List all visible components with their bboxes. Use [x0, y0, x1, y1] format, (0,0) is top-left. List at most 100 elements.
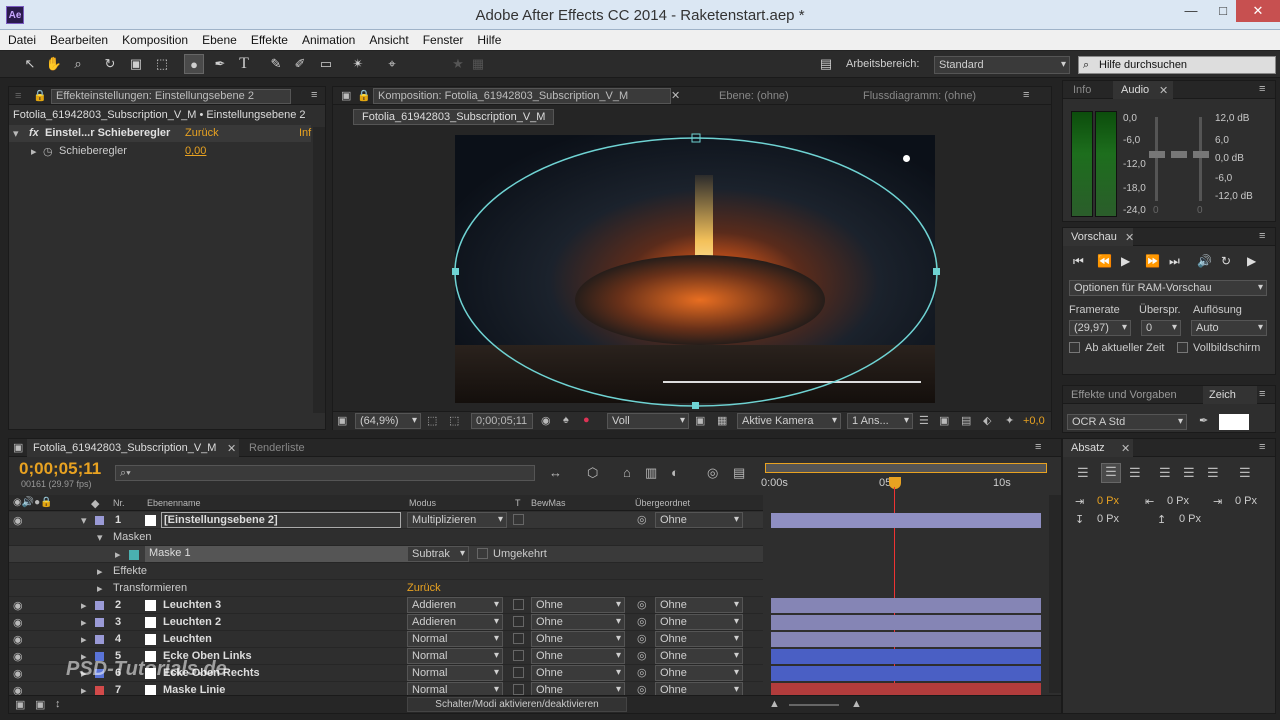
blend-mode-select[interactable]: Normal: [407, 665, 503, 681]
space-before-value[interactable]: 0 Px: [1097, 513, 1119, 525]
flowchart-icon[interactable]: ⬖: [983, 414, 991, 427]
timeline-search-input[interactable]: ⌕▾: [115, 465, 535, 481]
expand-arrow-icon[interactable]: ▸: [81, 599, 87, 612]
work-area-bar[interactable]: [765, 463, 1047, 473]
transform-group-row[interactable]: ▸ Transformieren Zurück: [9, 580, 763, 597]
toggle-columns-icon[interactable]: ↕: [55, 698, 61, 710]
toggle-pixel-aspect-icon[interactable]: ☰: [919, 414, 929, 427]
parent-select[interactable]: Ohne: [655, 597, 743, 613]
mask-vertex-left[interactable]: [452, 268, 459, 275]
mask-vertex-bottom[interactable]: [692, 402, 699, 409]
lock-icon[interactable]: 🔒: [357, 89, 371, 102]
volume-slider-mid-thumb[interactable]: [1171, 151, 1187, 158]
layer-duration-bar[interactable]: [771, 513, 1041, 528]
eye-icon[interactable]: ◉: [13, 650, 23, 663]
views-select[interactable]: 1 Ans...: [847, 413, 913, 429]
playhead-head[interactable]: [889, 477, 901, 489]
label-color[interactable]: [95, 686, 104, 695]
motion-blur-icon[interactable]: ◐: [671, 465, 679, 480]
region-of-interest-icon[interactable]: ▣: [695, 414, 705, 427]
blend-mode-select[interactable]: Addieren: [407, 614, 503, 630]
snapshot-icon[interactable]: ◉: [541, 414, 551, 427]
skip-select[interactable]: 0: [1141, 320, 1181, 336]
rotate-tool-icon[interactable]: ↻: [100, 54, 120, 74]
blend-mode-select[interactable]: Multiplizieren: [407, 512, 507, 528]
ram-preview-icon[interactable]: ▶: [1247, 254, 1256, 268]
eye-icon[interactable]: ◉: [13, 616, 23, 629]
collapse-arrow-icon[interactable]: ▾: [13, 127, 19, 140]
pickwhip-icon[interactable]: ◎: [637, 632, 647, 645]
camera-select[interactable]: Aktive Kamera: [737, 413, 841, 429]
justify-all-icon[interactable]: ☰: [1239, 465, 1251, 481]
label-color[interactable]: [95, 601, 104, 610]
layer-name[interactable]: Leuchten 2: [163, 616, 221, 628]
inverted-checkbox[interactable]: [477, 548, 488, 559]
blend-mode-select[interactable]: Normal: [407, 648, 503, 664]
panel-menu-icon[interactable]: ≡: [1259, 83, 1265, 95]
effect-info-link[interactable]: Inf: [299, 127, 311, 139]
layer-duration-bar[interactable]: [771, 632, 1041, 647]
track-matte-select[interactable]: Ohne: [531, 648, 625, 664]
mute-audio-icon[interactable]: 🔊: [1197, 254, 1212, 268]
panel-menu-icon[interactable]: ≡: [1259, 441, 1265, 453]
always-preview-icon[interactable]: ▣: [337, 414, 347, 427]
preserve-transparency-checkbox[interactable]: [513, 514, 524, 525]
draft-3d-icon[interactable]: ⬡: [587, 465, 598, 481]
layer-row[interactable]: ◉ ▸ 4 Leuchten Normal Ohne ◎ Ohne: [9, 631, 763, 648]
parent-select[interactable]: Ohne: [655, 665, 743, 681]
audio-tab-close-icon[interactable]: ✕: [1159, 84, 1168, 97]
layer-row[interactable]: ◉ ▸ 3 Leuchten 2 Addieren Ohne ◎ Ohne: [9, 614, 763, 631]
zoom-tool-icon[interactable]: ⌕: [68, 54, 88, 74]
track-matte-select[interactable]: Ohne: [531, 597, 625, 613]
layer-duration-bar[interactable]: [771, 649, 1041, 664]
preview-tab-close-icon[interactable]: ✕: [1125, 231, 1134, 244]
comp-subtab[interactable]: Fotolia_61942803_Subscription_V_M: [353, 109, 555, 125]
layer-name[interactable]: Leuchten 3: [163, 599, 221, 611]
fill-color-swatch[interactable]: [1219, 414, 1249, 430]
preserve-transparency-checkbox[interactable]: [513, 667, 524, 678]
menu-ansicht[interactable]: Ansicht: [361, 30, 414, 47]
volume-slider-left-thumb[interactable]: [1149, 151, 1165, 158]
mask-vertex-right[interactable]: [933, 268, 940, 275]
shy-layers-icon[interactable]: ⌂: [623, 465, 631, 480]
align-left-icon[interactable]: ☰: [1077, 465, 1089, 481]
comp-flowchart-icon[interactable]: ▣: [15, 698, 25, 711]
zoom-out-icon[interactable]: ▲: [769, 698, 780, 710]
comp-tab-close-icon[interactable]: ✕: [671, 89, 680, 102]
menu-hilfe[interactable]: Hilfe: [469, 30, 507, 47]
framerate-select[interactable]: (29,97): [1069, 320, 1131, 336]
volume-slider-right[interactable]: [1199, 117, 1202, 201]
resolution-select[interactable]: Auto: [1191, 320, 1267, 336]
layer-name[interactable]: Leuchten: [163, 633, 212, 645]
transform-reset-link[interactable]: Zurück: [407, 582, 441, 594]
justify-left-icon[interactable]: ☰: [1159, 465, 1171, 481]
color-channels-icon[interactable]: ●: [583, 414, 590, 426]
mask-name[interactable]: Maske 1: [145, 546, 407, 562]
collapse-arrow-icon[interactable]: ▾: [81, 514, 87, 527]
menu-animation[interactable]: Animation: [294, 30, 361, 47]
preserve-transparency-checkbox[interactable]: [513, 633, 524, 644]
menu-komposition[interactable]: Komposition: [114, 30, 194, 47]
zoom-in-icon[interactable]: ▲: [851, 698, 862, 710]
character-tab[interactable]: Zeich: [1203, 386, 1257, 404]
label-color[interactable]: [95, 618, 104, 627]
label-color[interactable]: [95, 516, 104, 525]
close-button[interactable]: ✕: [1236, 0, 1280, 22]
mask-overlay[interactable]: [449, 131, 943, 413]
align-center-icon[interactable]: ☰: [1101, 463, 1121, 483]
param-value[interactable]: 0,00: [185, 145, 206, 157]
play-icon[interactable]: ▶: [1121, 254, 1130, 268]
expand-arrow-icon[interactable]: ▸: [81, 633, 87, 646]
fullscreen-checkbox[interactable]: [1177, 342, 1188, 353]
masks-group-row[interactable]: ▾ Masken: [9, 529, 763, 546]
resolution-select[interactable]: Voll: [607, 413, 689, 429]
parent-select[interactable]: Ohne: [655, 512, 743, 528]
pen-tool-icon[interactable]: ✒: [210, 54, 230, 74]
menu-effekte[interactable]: Effekte: [243, 30, 294, 47]
show-snapshot-icon[interactable]: ♠: [563, 414, 569, 426]
mask-row[interactable]: ▸ Maske 1 Subtrak Umgekehrt: [9, 546, 763, 563]
blend-mode-select[interactable]: Addieren: [407, 597, 503, 613]
menu-datei[interactable]: Datei: [0, 30, 42, 47]
workspace-select[interactable]: Standard: [934, 56, 1070, 74]
timeline-tab-close-icon[interactable]: ✕: [227, 442, 236, 455]
